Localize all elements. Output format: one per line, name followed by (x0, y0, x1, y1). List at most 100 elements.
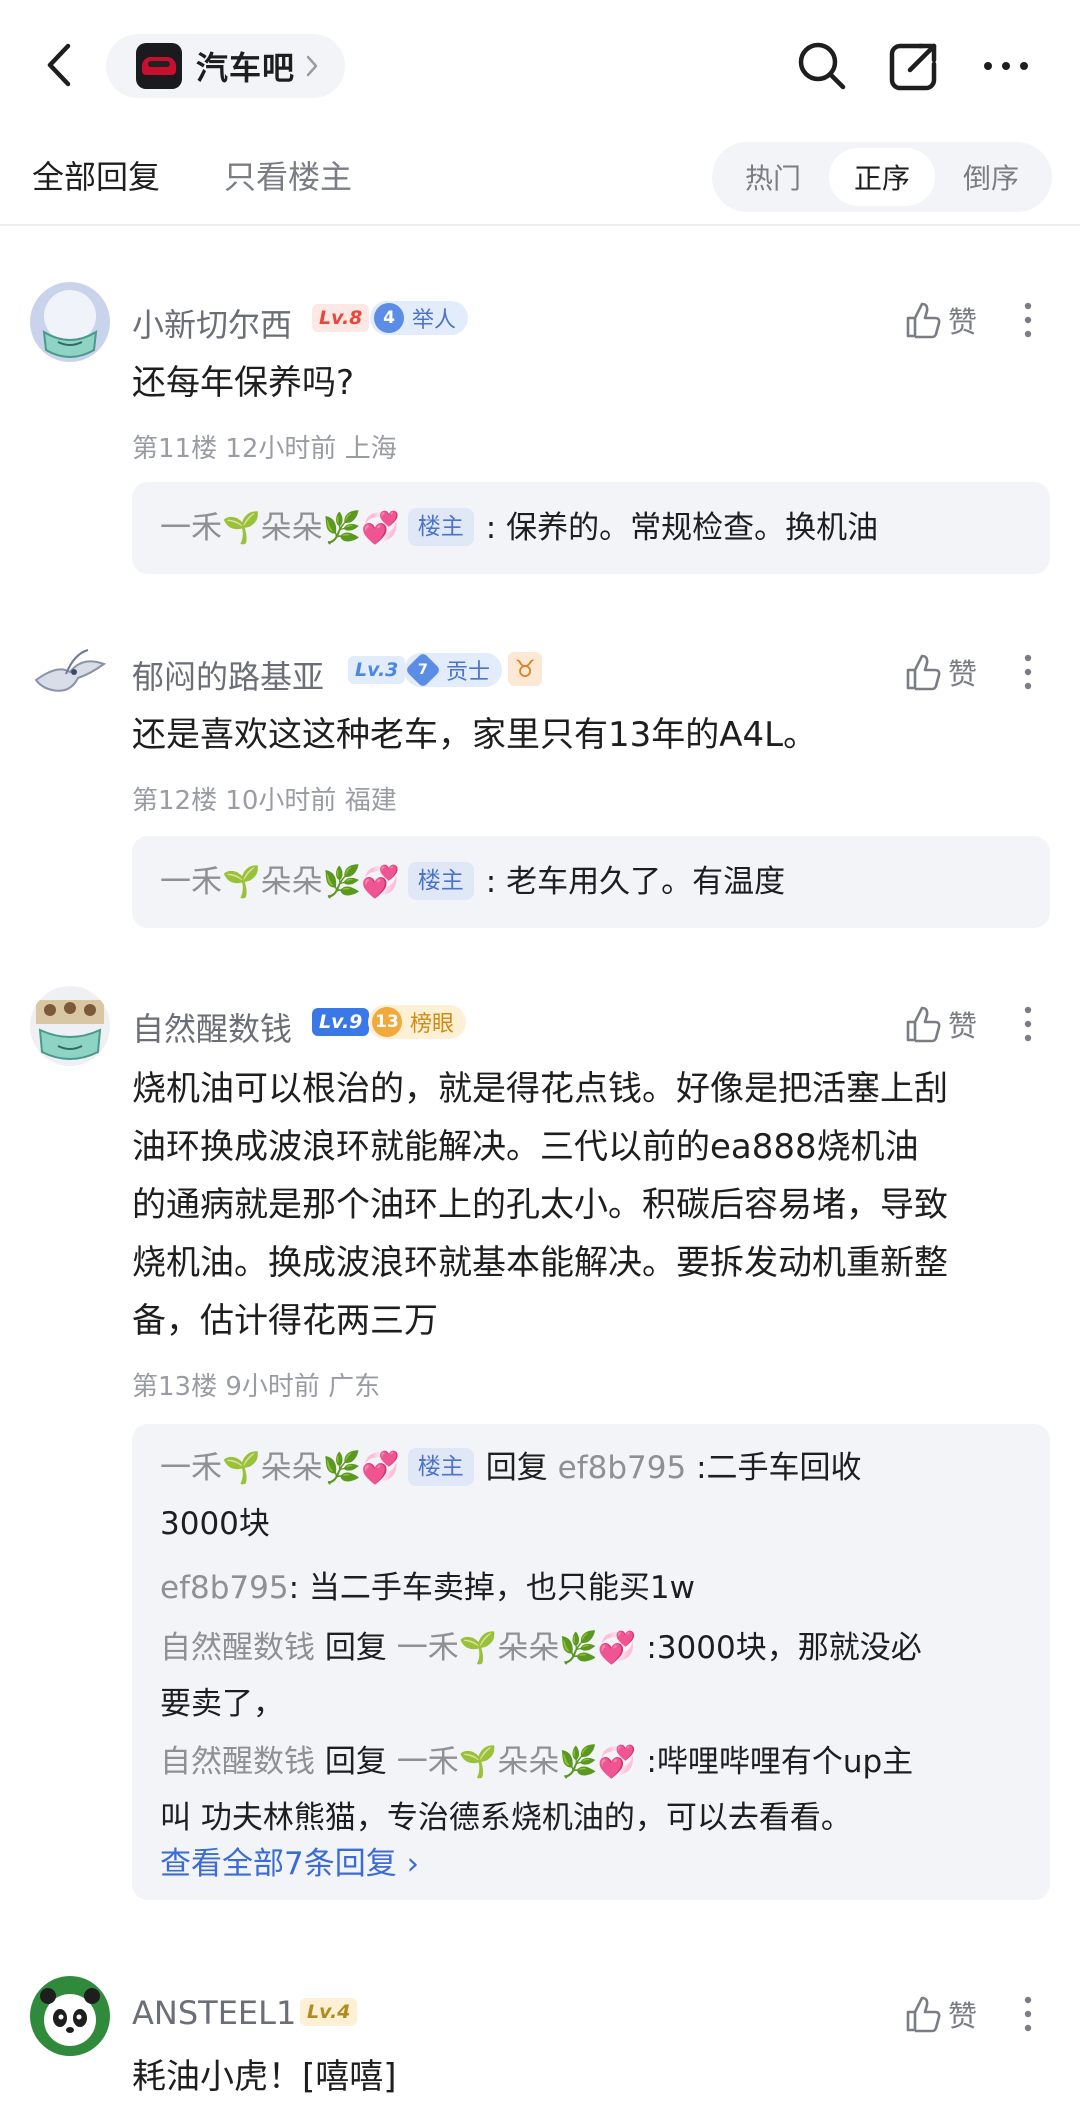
sub-reply: ef8b795: 当二手车卖掉，也只能买1w (160, 1560, 1030, 1616)
username[interactable]: 小新切尔西 (132, 300, 292, 346)
thumbs-up-icon (906, 654, 941, 691)
post-text-line: 烧机油。换成波浪环就基本能解决。要拆发动机重新整 (132, 1243, 948, 1283)
thumbs-up-icon (906, 1996, 941, 2033)
level-badge: Lv.9 (312, 1008, 370, 1036)
chevron-right-icon: › (396, 1846, 419, 1882)
sub-reply: 一禾🌱朵朵🌿💞 楼主 回复 ef8b795 :二手车回收 3000块 (160, 1440, 1030, 1552)
rank-title: 榜眼 (410, 1012, 455, 1037)
search-icon[interactable] (794, 38, 850, 94)
reply-text-cont: 3000块 (160, 1506, 270, 1542)
avatar[interactable] (30, 634, 110, 714)
forum-name: 汽车吧 (196, 49, 296, 87)
rank-title: 贡士 (446, 660, 491, 685)
sort-toggle: 热门 正序 倒序 (712, 142, 1052, 212)
avatar[interactable] (30, 986, 110, 1066)
avatar[interactable] (30, 1976, 110, 2056)
sub-reply: 一禾🌱朵朵🌿💞 楼主 : 老车用久了。有温度 (160, 854, 1030, 910)
top-bar: 汽车吧 (0, 0, 1080, 132)
reply-target[interactable]: 一禾🌱朵朵🌿💞 (397, 1630, 637, 1666)
chevron-right-icon (306, 55, 318, 77)
reply-username[interactable]: 自然醒数钱 (160, 1630, 315, 1666)
more-vertical-icon[interactable] (1016, 1992, 1040, 2036)
sub-replies[interactable]: 一禾🌱朵朵🌿💞 楼主 回复 ef8b795 :二手车回收 3000块 ef8b795… (132, 1424, 1050, 1900)
post-meta: 第11楼 12小时前 上海 (132, 434, 397, 464)
back-arrow-icon[interactable] (40, 40, 80, 90)
share-icon[interactable] (886, 38, 942, 94)
reply-username[interactable]: 一禾🌱朵朵🌿💞 (160, 1450, 400, 1486)
post-text: 烧机油可以根治的，就是得花点钱。好像是把活塞上刮 油环换成波浪环就能解决。三代以… (132, 1060, 1052, 1350)
post-text-line: 烧机油可以根治的，就是得花点钱。好像是把活塞上刮 (132, 1069, 948, 1109)
level-badge: Lv.3 (348, 656, 406, 684)
rank-number: 7 (404, 651, 442, 689)
like-button[interactable]: 赞 (904, 298, 977, 342)
level-badge: Lv.8 (312, 304, 370, 332)
rank-number: 4 (374, 303, 404, 333)
tab-owner-only[interactable]: 只看楼主 (224, 152, 352, 198)
reply-text-cont: 要卖了， (160, 1686, 284, 1722)
reply-username[interactable]: ef8b795 (160, 1570, 289, 1606)
username[interactable]: ANSTEEL1 (132, 1994, 296, 2032)
thumbs-up-icon (906, 1006, 941, 1043)
like-button[interactable]: 赞 (904, 1002, 977, 1046)
owner-badge: 楼主 (407, 862, 474, 900)
sort-hot-button[interactable]: 热门 (720, 148, 826, 206)
like-button[interactable]: 赞 (904, 650, 977, 694)
post-text: 耗油小虎！[嘻嘻] (132, 2057, 397, 2097)
more-vertical-icon[interactable] (1016, 650, 1040, 694)
sub-replies[interactable]: 一禾🌱朵朵🌿💞 楼主 : 保养的。常规检查。换机油 (132, 482, 1050, 574)
username[interactable]: 自然醒数钱 (132, 1004, 292, 1050)
level-badge: Lv.4 (300, 1998, 358, 2026)
rank-badge: 7 贡士 (404, 651, 503, 689)
reply-text: : 当二手车卖掉，也只能买1w (288, 1570, 695, 1606)
reply-word: 回复 (485, 1450, 548, 1486)
more-options-icon[interactable] (978, 38, 1034, 94)
thumbs-up-icon (906, 302, 941, 339)
like-label: 赞 (948, 1999, 978, 2033)
reply-word: 回复 (324, 1630, 387, 1666)
rank-badge: 4 举人 (370, 301, 469, 335)
reply-username[interactable]: 一禾🌱朵朵🌿💞 (160, 510, 400, 546)
forum-link[interactable]: 汽车吧 (106, 34, 346, 98)
post-text: 还是喜欢这这种老车，家里只有13年的A4L。 (132, 715, 818, 755)
reply-target[interactable]: 一禾🌱朵朵🌿💞 (397, 1744, 637, 1780)
sub-replies[interactable]: 一禾🌱朵朵🌿💞 楼主 : 老车用久了。有温度 (132, 836, 1050, 928)
reply-username[interactable]: 自然醒数钱 (160, 1744, 315, 1780)
sub-reply: 自然醒数钱 回复 一禾🌱朵朵🌿💞 :哔哩哔哩有个up主 叫 功夫林熊猫，专治德系… (160, 1734, 1030, 1846)
more-vertical-icon[interactable] (1016, 298, 1040, 342)
forum-logo (136, 43, 182, 89)
reply-text: :3000块，那就没必 (646, 1630, 922, 1666)
reply-username[interactable]: 一禾🌱朵朵🌿💞 (160, 864, 400, 900)
sub-reply: 一禾🌱朵朵🌿💞 楼主 : 保养的。常规检查。换机油 (160, 500, 1030, 556)
avatar[interactable] (30, 282, 110, 362)
sub-reply: 自然醒数钱 回复 一禾🌱朵朵🌿💞 :3000块，那就没必 要卖了， (160, 1620, 1030, 1732)
post-text-line: 油环换成波浪环就能解决。三代以前的ea888烧机油 (132, 1127, 919, 1167)
post-text-line: 备，估计得花两三万 (132, 1301, 438, 1341)
reply-text: : 保养的。常规检查。换机油 (485, 510, 879, 546)
owner-badge: 楼主 (407, 1448, 474, 1486)
owner-badge: 楼主 (407, 508, 474, 546)
reply-text: :二手车回收 (696, 1450, 862, 1486)
more-vertical-icon[interactable] (1016, 1002, 1040, 1046)
post-meta: 第13楼 9小时前 广东 (132, 1372, 381, 1402)
reply-text: :哔哩哔哩有个up主 (646, 1744, 914, 1780)
like-label: 赞 (948, 1009, 978, 1043)
username[interactable]: 郁闷的路基亚 (132, 652, 324, 698)
reply-text: : 老车用久了。有温度 (485, 864, 786, 900)
view-all-replies-link[interactable]: 查看全部7条回复 › (160, 1836, 1030, 1892)
tab-all-replies[interactable]: 全部回复 (32, 152, 160, 198)
sort-descending-button[interactable]: 倒序 (938, 148, 1044, 206)
reply-word: 回复 (324, 1744, 387, 1780)
post-meta: 第12楼 10小时前 福建 (132, 786, 397, 816)
view-all-label[interactable]: 查看全部7条回复 (160, 1846, 397, 1882)
post-text: 还每年保养吗? (132, 363, 355, 403)
like-button[interactable]: 赞 (904, 1992, 977, 2036)
zodiac-badge: ♉ (508, 652, 542, 686)
sort-ascending-button[interactable]: 正序 (829, 148, 935, 206)
rank-number: 13 (372, 1007, 402, 1037)
reply-filter-bar: 全部回复 只看楼主 热门 正序 倒序 (0, 132, 1080, 226)
rank-title: 举人 (412, 308, 457, 333)
rank-badge: 13 榜眼 (368, 1005, 467, 1039)
reply-target[interactable]: ef8b795 (558, 1450, 687, 1486)
post-text-line: 的通病就是那个油环上的孔太小。积碳后容易堵，导致 (132, 1185, 948, 1225)
like-label: 赞 (948, 305, 978, 339)
